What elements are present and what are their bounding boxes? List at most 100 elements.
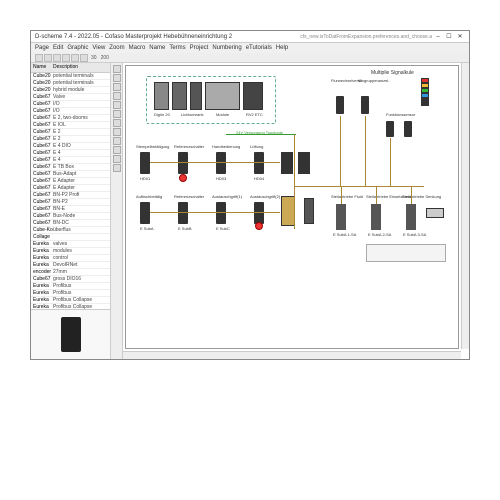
drawtool-grid-icon[interactable]	[113, 155, 121, 163]
list-item[interactable]: EurekaProfibus	[31, 283, 110, 290]
st8-block[interactable]	[254, 202, 264, 224]
st7-block[interactable]	[216, 202, 226, 224]
actuator-2[interactable]	[371, 204, 381, 230]
actuator-1[interactable]	[336, 204, 346, 230]
list-item[interactable]: Cube67E 4	[31, 150, 110, 157]
tool-redo-icon[interactable]	[80, 54, 88, 62]
menu-help[interactable]: Help	[276, 45, 288, 51]
signal-tower[interactable]	[421, 78, 429, 106]
estop-2[interactable]	[255, 222, 263, 230]
actuator-3[interactable]	[406, 204, 416, 230]
plc-module-4[interactable]	[205, 82, 240, 110]
list-item[interactable]: Cube20hybrid module	[31, 87, 110, 94]
list-item[interactable]: Cube20potential terminals	[31, 73, 110, 80]
tool-open-icon[interactable]	[44, 54, 52, 62]
drawtool-measure-icon[interactable]	[113, 146, 121, 154]
plc-module-5[interactable]	[243, 82, 263, 110]
drawtool-line-icon[interactable]	[113, 74, 121, 82]
connector-3[interactable]	[386, 121, 394, 137]
drawtool-circle-icon[interactable]	[113, 92, 121, 100]
menu-view[interactable]: View	[92, 45, 105, 51]
list-item[interactable]: Cube67BN-P2 Profi	[31, 192, 110, 199]
list-item[interactable]: Eurekavalves	[31, 241, 110, 248]
list-item[interactable]: Cube67Valve	[31, 94, 110, 101]
list-item[interactable]: Cube67I/O	[31, 101, 110, 108]
tool-print-icon[interactable]	[62, 54, 70, 62]
menu-terms[interactable]: Terms	[169, 45, 185, 51]
list-item[interactable]: Cube67BN-P2	[31, 199, 110, 206]
tool-save-icon[interactable]	[53, 54, 61, 62]
list-item[interactable]: Cube67E Adapter	[31, 185, 110, 192]
list-item[interactable]: EurekaDevoIRNet	[31, 262, 110, 269]
menu-graphic[interactable]: Graphic	[67, 45, 88, 51]
list-item[interactable]: Cube67E 2	[31, 129, 110, 136]
drawtool-text-icon[interactable]	[113, 101, 121, 109]
st2-block[interactable]	[178, 152, 188, 174]
list-item[interactable]: Cube67Bus-Node	[31, 213, 110, 220]
list-item[interactable]: EurekaProfibus Collapse	[31, 297, 110, 304]
drawtool-pan-icon[interactable]	[113, 137, 121, 145]
sidebar-list[interactable]: Cube20potential terminalsCube20potential…	[31, 73, 110, 309]
list-item[interactable]: Cube67BN-DC	[31, 220, 110, 227]
list-item[interactable]: EurekaProfibus	[31, 290, 110, 297]
list-item[interactable]: Cube67I/O	[31, 108, 110, 115]
drawtool-wire-icon[interactable]	[113, 110, 121, 118]
drawtool-select-icon[interactable]	[113, 65, 121, 73]
estop-1[interactable]	[179, 174, 187, 182]
canvas-area[interactable]: DigiIn 20 Lichtschrank Module RV2 ETC 24…	[123, 63, 469, 359]
drawtool-layer-icon[interactable]	[113, 164, 121, 172]
plc-module-2[interactable]	[172, 82, 187, 110]
list-item[interactable]: Cube67E 4	[31, 157, 110, 164]
close-button[interactable]: ✕	[455, 33, 465, 41]
list-item[interactable]: encoder27mm	[31, 269, 110, 276]
plc-module-3[interactable]	[190, 82, 202, 110]
list-item[interactable]: Cube67BN-E	[31, 206, 110, 213]
list-item[interactable]: Cube20potential terminals	[31, 80, 110, 87]
menu-page[interactable]: Page	[35, 45, 49, 51]
list-item[interactable]: Cube67E 2	[31, 136, 110, 143]
drawing-sheet[interactable]: DigiIn 20 Lichtschrank Module RV2 ETC 24…	[125, 65, 459, 349]
menu-project[interactable]: Project	[190, 45, 209, 51]
junction-1[interactable]	[281, 152, 293, 174]
titlebar: D-scheme 7.4 - 2022.05 - Cofaso Masterpr…	[31, 31, 469, 43]
list-item[interactable]: Cube67Bus-Adapt	[31, 171, 110, 178]
list-item[interactable]: Eurekamodules	[31, 248, 110, 255]
menu-name[interactable]: Name	[149, 45, 165, 51]
drawtool-rect-icon[interactable]	[113, 83, 121, 91]
menu-tutorials[interactable]: eTutorials	[246, 45, 272, 51]
tool-undo-icon[interactable]	[71, 54, 79, 62]
list-item[interactable]: Cube67gross DIO16	[31, 276, 110, 283]
st1-block[interactable]	[140, 152, 150, 174]
list-item[interactable]: Cube67E 4 DIO	[31, 143, 110, 150]
st4-block[interactable]	[254, 152, 264, 174]
scrollbar-vertical[interactable]	[461, 63, 469, 349]
list-item[interactable]: Cube67E IOL	[31, 122, 110, 129]
drawtool-zoom-icon[interactable]	[113, 128, 121, 136]
junction-2[interactable]	[298, 152, 310, 174]
st6-block[interactable]	[178, 202, 188, 224]
list-item[interactable]: Collage	[31, 234, 110, 241]
connector-1[interactable]	[336, 96, 344, 114]
minimize-button[interactable]: –	[433, 33, 443, 41]
menu-macro[interactable]: Macro	[129, 45, 146, 51]
maximize-button[interactable]: ☐	[444, 33, 454, 41]
aux-block[interactable]	[304, 198, 314, 224]
menu-zoom[interactable]: Zoom	[109, 45, 124, 51]
list-item[interactable]: Cube-Konfigüberflus	[31, 227, 110, 234]
st3-block[interactable]	[216, 152, 226, 174]
menu-numbering[interactable]: Numbering	[212, 45, 241, 51]
drawtool-symbol-icon[interactable]	[113, 119, 121, 127]
list-item[interactable]: Cube67E 2, two-dooms	[31, 115, 110, 122]
connector-4[interactable]	[404, 121, 412, 137]
list-item[interactable]: Cube67E TB Box	[31, 164, 110, 171]
scrollbar-horizontal[interactable]	[123, 351, 461, 359]
menu-edit[interactable]: Edit	[53, 45, 63, 51]
list-item[interactable]: Eurekacontrol	[31, 255, 110, 262]
list-item[interactable]: Cube67E Adapter	[31, 178, 110, 185]
distribution-block[interactable]	[281, 196, 295, 226]
tool-new-icon[interactable]	[35, 54, 43, 62]
connector-2[interactable]	[361, 96, 369, 114]
st5-block[interactable]	[140, 202, 150, 224]
plc-module-1[interactable]	[154, 82, 169, 110]
terminal-strip[interactable]	[426, 208, 444, 218]
